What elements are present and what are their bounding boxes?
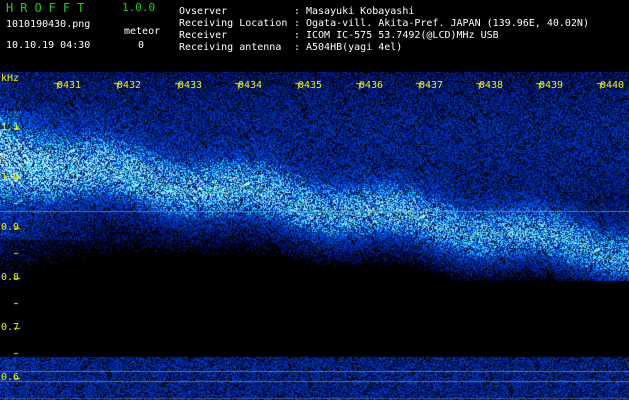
- info-key-receiver: Receiver: [179, 30, 228, 41]
- meteor-count: 0: [138, 40, 145, 51]
- app-version: 1.0.0: [122, 1, 156, 14]
- x-tick-label: 0436: [359, 80, 384, 91]
- info-value-antenna: A504HB(yagi 4el): [306, 42, 403, 53]
- y-tick-label: 0.8: [1, 272, 20, 283]
- x-tick-label: 0440: [600, 80, 625, 91]
- info-sep: :: [294, 18, 301, 29]
- y-axis-unit: kHz: [1, 73, 20, 84]
- info-value-receiver: ICOM IC-575 53.7492(@LCD)MHz USB: [306, 30, 499, 41]
- x-tick-label: 0437: [419, 80, 444, 91]
- x-tick-label: 0435: [298, 80, 323, 91]
- y-tick-label: 0.9: [1, 222, 20, 233]
- y-tick-label: 0.6: [1, 372, 20, 383]
- x-tick-label: 0439: [539, 80, 564, 91]
- info-key-antenna: Receiving antenna: [179, 42, 282, 53]
- app-title: HROFFT: [6, 1, 92, 15]
- spectrogram-canvas: [0, 72, 629, 400]
- info-key-location: Receiving Location: [179, 18, 288, 29]
- info-value-observer: Masayuki Kobayashi: [306, 6, 415, 17]
- x-tick-label: 0434: [238, 80, 263, 91]
- file-datetime: 10.10.19 04:30: [6, 40, 91, 51]
- info-sep: :: [294, 30, 301, 41]
- x-tick-label: 0433: [178, 80, 203, 91]
- y-tick-label: 1.1: [1, 122, 20, 133]
- header-panel: HROFFT 1.0.0 1010190430.png 10.10.19 04:…: [0, 0, 629, 72]
- x-tick-label: 0432: [117, 80, 142, 91]
- file-name: 1010190430.png: [6, 19, 91, 30]
- info-value-location: Ogata-vill. Akita-Pref. JAPAN (139.96E, …: [306, 18, 589, 29]
- y-tick-label: 1.0: [1, 172, 20, 183]
- y-tick-label: 0.7: [1, 322, 20, 333]
- x-tick-label: 0438: [479, 80, 504, 91]
- info-sep: :: [294, 42, 301, 53]
- info-sep: :: [294, 6, 301, 17]
- info-key-observer: Ovserver: [179, 6, 228, 17]
- meteor-label: meteor: [124, 26, 161, 37]
- x-tick-label: 0431: [57, 80, 82, 91]
